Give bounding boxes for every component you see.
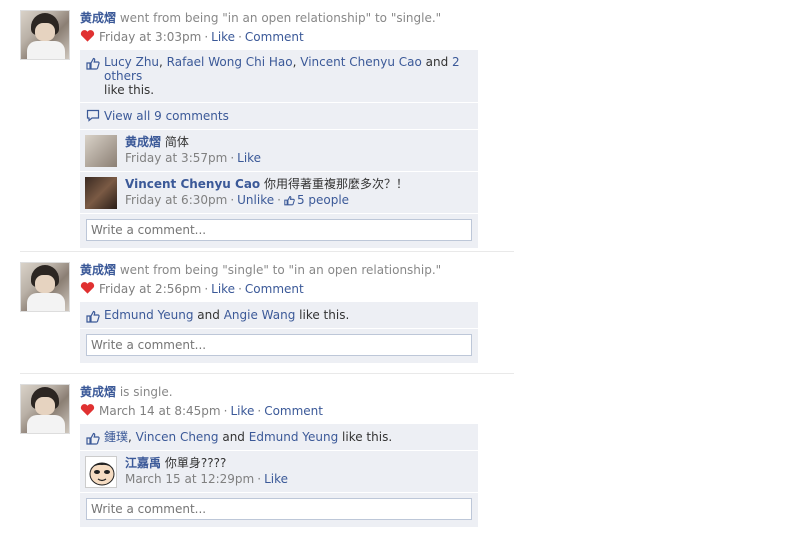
story-action-text: is single. (119, 385, 173, 399)
comment-likers-link[interactable]: 5 people (297, 193, 349, 207)
liker-link[interactable]: Angie Wang (224, 308, 296, 322)
commenter-avatar[interactable] (85, 177, 117, 209)
story-2: 黄成熠 went from being "single" to "in an o… (20, 262, 514, 364)
actor-avatar[interactable] (20, 10, 70, 60)
story-action-text: went from being "single" to "in an open … (119, 263, 442, 277)
heart-icon (80, 30, 95, 42)
story-meta: March 14 at 8:45pm · Like · Comment (80, 403, 478, 419)
view-all-comments-row[interactable]: View all 9 comments (80, 103, 478, 130)
comment: 江嘉禹 你單身???? March 15 at 12:29pm · Like (80, 451, 478, 493)
story-action-text: went from being "in an open relationship… (119, 11, 442, 25)
liker-link[interactable]: Edmund Yeung (249, 430, 338, 444)
write-comment-input[interactable] (86, 334, 472, 356)
comment: Vincent Chenyu Cao 你用得著重複那麼多次？！ Friday a… (80, 172, 478, 214)
like-link[interactable]: Like (230, 404, 254, 418)
commenter-avatar[interactable] (85, 135, 117, 167)
comment-link[interactable]: Comment (245, 30, 304, 44)
heart-icon (80, 282, 95, 294)
story-meta: Friday at 3:03pm · Like · Comment (80, 29, 478, 45)
comment-unlike-link[interactable]: Unlike (237, 193, 274, 207)
comment-text: 你用得著重複那麼多次？！ (264, 177, 409, 191)
thumbs-up-icon (86, 310, 100, 323)
story-divider (20, 251, 514, 252)
likes-row: 鍾璞, Vincen Cheng and Edmund Yeung like t… (80, 424, 478, 451)
story-timestamp[interactable]: Friday at 2:56pm (99, 282, 201, 296)
comment-link[interactable]: Comment (264, 404, 323, 418)
liker-link[interactable]: Vincent Chenyu Cao (300, 55, 422, 69)
story-meta: Friday at 2:56pm · Like · Comment (80, 281, 478, 297)
story-timestamp[interactable]: March 14 at 8:45pm (99, 404, 221, 418)
actor-name-link[interactable]: 黄成熠 (80, 11, 116, 25)
write-comment-row (80, 214, 478, 249)
story-headline: 黄成熠 is single. (80, 384, 478, 400)
thumbs-up-icon (86, 57, 100, 70)
ufi-box: 鍾璞, Vincen Cheng and Edmund Yeung like t… (80, 424, 478, 528)
story-divider (20, 373, 514, 374)
view-all-comments-link[interactable]: View all 9 comments (104, 109, 229, 123)
comment-text: 你單身???? (164, 456, 227, 470)
comment-like-link[interactable]: Like (264, 472, 288, 486)
write-comment-input[interactable] (86, 219, 472, 241)
likes-row: Edmund Yeung and Angie Wang like this. (80, 302, 478, 329)
news-feed: 黄成熠 went from being "in an open relation… (0, 0, 800, 539)
like-link[interactable]: Like (211, 282, 235, 296)
write-comment-row (80, 493, 478, 528)
comment-timestamp[interactable]: March 15 at 12:29pm (125, 472, 254, 486)
actor-name-link[interactable]: 黄成熠 (80, 385, 116, 399)
liker-link[interactable]: 鍾璞 (104, 430, 128, 444)
like-link[interactable]: Like (211, 30, 235, 44)
write-comment-row (80, 329, 478, 364)
speech-bubble-icon (86, 109, 100, 122)
comment-author-link[interactable]: 黄成熠 (125, 135, 161, 149)
story-headline: 黄成熠 went from being "single" to "in an o… (80, 262, 478, 278)
story-headline: 黄成熠 went from being "in an open relation… (80, 10, 478, 26)
thumbs-up-icon (86, 432, 100, 445)
comment-like-link[interactable]: Like (237, 151, 261, 165)
likes-tail: like this. (104, 83, 155, 97)
liker-link[interactable]: Vincen Cheng (136, 430, 219, 444)
story-3: 黄成熠 is single. March 14 at 8:45pm · Like · C… (20, 384, 514, 532)
liker-link[interactable]: Rafael Wong Chi Hao (167, 55, 293, 69)
thumbs-up-icon (284, 196, 295, 206)
story-1: 黄成熠 went from being "in an open relation… (20, 10, 514, 249)
actor-name-link[interactable]: 黄成熠 (80, 263, 116, 277)
likes-tail: like this. (338, 430, 393, 444)
cartoon-face-icon (89, 462, 115, 486)
comment-link[interactable]: Comment (245, 282, 304, 296)
liker-link[interactable]: Edmund Yeung (104, 308, 193, 322)
write-comment-input[interactable] (86, 498, 472, 520)
comment-author-link[interactable]: Vincent Chenyu Cao (125, 177, 260, 191)
actor-avatar[interactable] (20, 262, 70, 312)
comment: 黄成熠 简体 Friday at 3:57pm · Like (80, 130, 478, 172)
actor-avatar[interactable] (20, 384, 70, 434)
likes-row: Lucy Zhu, Rafael Wong Chi Hao, Vincent C… (80, 50, 478, 103)
story-timestamp[interactable]: Friday at 3:03pm (99, 30, 201, 44)
comment-timestamp[interactable]: Friday at 6:30pm (125, 193, 227, 207)
liker-link[interactable]: Lucy Zhu (104, 55, 159, 69)
commenter-avatar[interactable] (85, 456, 117, 488)
likes-tail: like this. (295, 308, 350, 322)
heart-icon (80, 404, 95, 416)
ufi-box: Edmund Yeung and Angie Wang like this. (80, 302, 478, 364)
comment-timestamp[interactable]: Friday at 3:57pm (125, 151, 227, 165)
comment-author-link[interactable]: 江嘉禹 (125, 456, 161, 470)
comment-text: 简体 (164, 135, 189, 149)
ufi-box: Lucy Zhu, Rafael Wong Chi Hao, Vincent C… (80, 50, 478, 249)
